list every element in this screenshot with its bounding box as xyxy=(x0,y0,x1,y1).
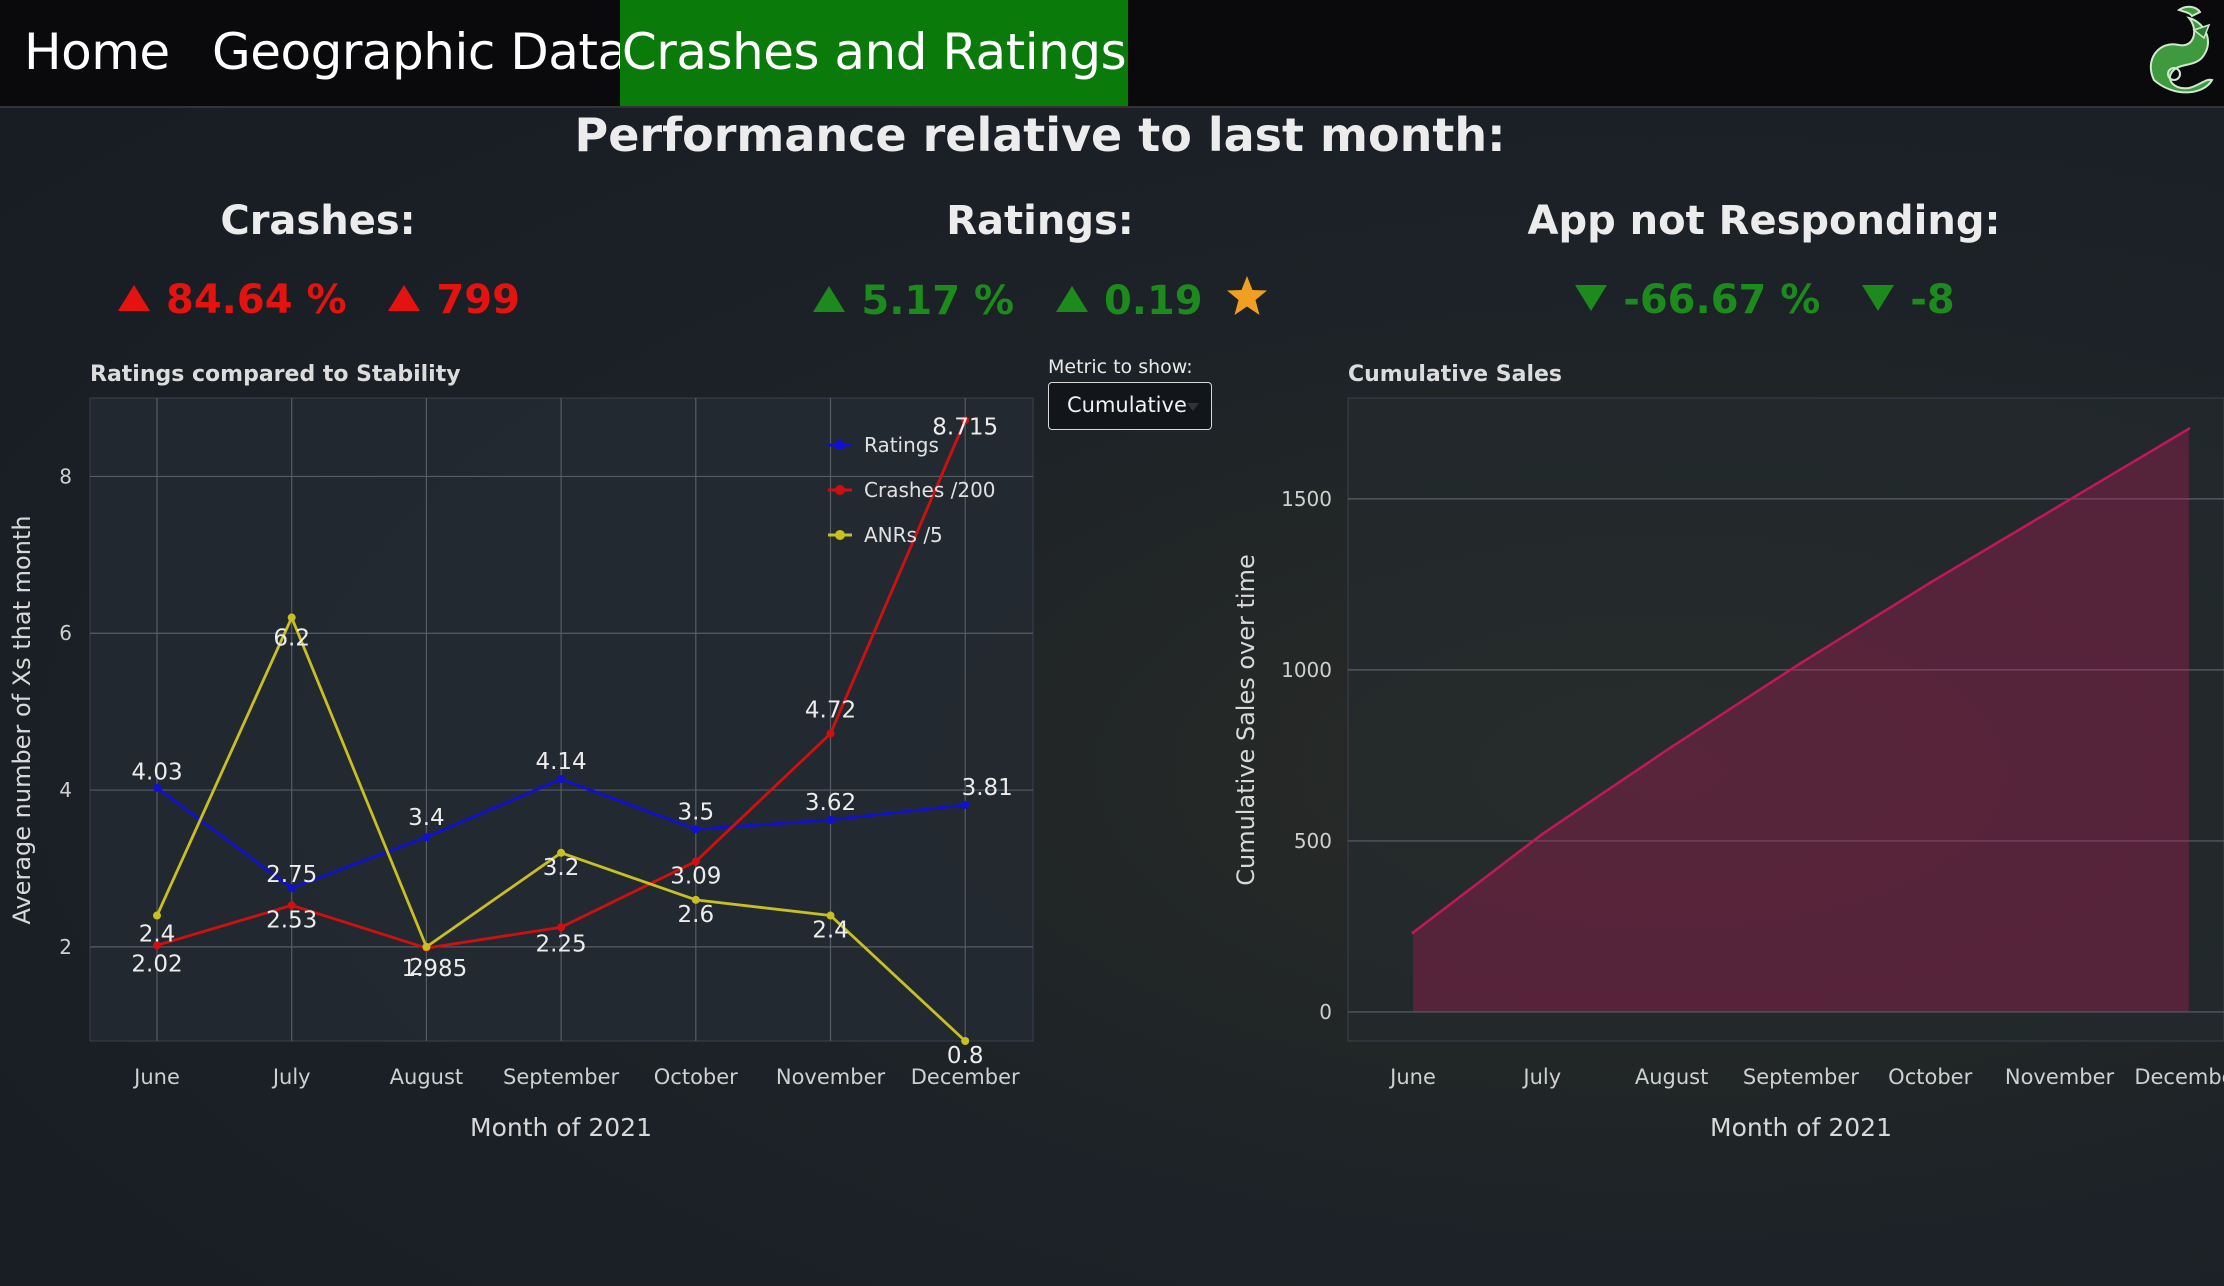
x-tick-label: September xyxy=(1743,1065,1859,1089)
y-tick-label: 8 xyxy=(59,464,72,488)
anr-metrics: -66.67 % -8 xyxy=(1514,275,2014,323)
y-axis-label: Average number of Xs that month xyxy=(8,515,36,924)
y-tick-label: 6 xyxy=(59,621,72,645)
ratings-stability-chart: 2 4 6 8 June July August September October Novemb… xyxy=(8,397,1034,1142)
data-label: 3.2 xyxy=(543,855,580,881)
triangle-down-icon xyxy=(1573,277,1609,323)
y-tick-label: 500 xyxy=(1294,829,1332,853)
data-label: 8.715 xyxy=(932,414,998,440)
x-tick-label: July xyxy=(1521,1065,1561,1089)
metric-dropdown-label: Metric to show: xyxy=(1048,356,1193,378)
ratings-abs-change: 0.19 xyxy=(1103,278,1203,324)
nav-tab-home[interactable]: Home xyxy=(0,0,194,106)
data-point xyxy=(826,729,835,738)
data-point xyxy=(422,833,431,842)
area-point xyxy=(1540,832,1544,836)
x-tick-label: October xyxy=(1888,1065,1972,1089)
chevron-down-icon xyxy=(1187,403,1199,411)
data-label: 2.75 xyxy=(266,862,317,888)
x-axis-label: Month of 2021 xyxy=(470,1113,652,1142)
crashes-abs-change: 799 xyxy=(436,277,520,323)
x-tick-label: June xyxy=(132,1065,180,1089)
data-point xyxy=(153,911,161,920)
triangle-up-icon xyxy=(811,278,847,324)
anr-pct-change: -66.67 % xyxy=(1623,277,1821,323)
data-point xyxy=(287,613,296,622)
y-tick-label: 1500 xyxy=(1281,487,1332,511)
x-tick-label: November xyxy=(776,1065,886,1089)
data-label: 2.25 xyxy=(535,931,586,957)
data-point xyxy=(961,800,970,809)
data-label: 2.6 xyxy=(678,902,715,928)
data-label: 0.8 xyxy=(947,1043,984,1069)
x-tick-label: June xyxy=(1388,1065,1436,1089)
data-label: 2.4 xyxy=(139,922,176,948)
ratings-pct-change: 5.17 % xyxy=(861,278,1015,324)
nav-tab-geographic-data[interactable]: Geographic Data xyxy=(186,0,654,106)
triangle-up-icon xyxy=(386,277,422,323)
data-label: 3.81 xyxy=(962,775,1013,801)
data-label: 3.09 xyxy=(670,863,721,889)
performance-title: Performance relative to last month: xyxy=(574,108,1506,162)
star-icon xyxy=(1225,275,1269,327)
crashes-pct-change: 84.64 % xyxy=(166,277,347,323)
data-point xyxy=(557,775,566,784)
x-tick-label: October xyxy=(654,1065,738,1089)
y-tick-label: 1000 xyxy=(1281,658,1332,682)
crashes-metrics: 84.64 % 799 xyxy=(68,275,568,323)
area-point xyxy=(2058,504,2061,508)
y-tick-label: 4 xyxy=(59,778,72,802)
x-axis-label: Month of 2021 xyxy=(1710,1113,1892,1142)
y-tick-label: 2 xyxy=(59,935,72,959)
area-point xyxy=(1670,745,1674,749)
top-navbar: Home Geographic Data Crashes and Ratings xyxy=(0,0,2224,108)
triangle-up-icon xyxy=(116,277,152,323)
data-label: 4.72 xyxy=(805,698,856,724)
data-label: 6.2 xyxy=(273,626,310,652)
x-tick-label: August xyxy=(390,1065,464,1089)
anr-abs-change: -8 xyxy=(1910,277,1955,323)
data-label: 2.4 xyxy=(812,918,849,944)
nav-tab-crashes-and-ratings[interactable]: Crashes and Ratings xyxy=(620,0,1128,106)
data-point xyxy=(422,942,431,951)
data-label: 2.02 xyxy=(131,951,182,977)
data-label: 4.14 xyxy=(535,749,586,775)
triangle-up-icon xyxy=(1054,278,1090,324)
x-tick-label: July xyxy=(271,1065,311,1089)
crashes-label: Crashes: xyxy=(220,198,416,244)
data-label: 2.53 xyxy=(266,907,317,933)
ratings-label: Ratings: xyxy=(946,198,1134,244)
data-point xyxy=(557,923,566,932)
legend-marker xyxy=(835,440,845,450)
area-point xyxy=(1799,661,1803,665)
x-tick-label: September xyxy=(503,1065,619,1089)
legend-marker xyxy=(835,530,845,540)
area-point xyxy=(1411,931,1415,935)
metric-dropdown[interactable]: Cumulative xyxy=(1048,382,1212,430)
legend-label: ANRs /5 xyxy=(864,523,943,547)
area-point xyxy=(2187,427,2191,431)
data-label: 3.62 xyxy=(805,790,856,816)
triangle-down-icon xyxy=(1860,277,1896,323)
x-tick-label: December xyxy=(2134,1065,2224,1089)
y-axis-label: Cumulative Sales over time xyxy=(1232,554,1260,886)
metric-dropdown-value: Cumulative xyxy=(1067,393,1187,417)
data-label: 2 xyxy=(409,955,424,981)
cumulative-sales-chart: 0 500 1000 1500 June July August September Octob… xyxy=(1232,397,2224,1142)
legend-label: Ratings xyxy=(864,433,939,457)
dragon-logo-icon[interactable] xyxy=(2134,0,2224,100)
area-point xyxy=(1928,581,1932,585)
legend-label: Crashes /200 xyxy=(864,478,996,502)
x-tick-label: August xyxy=(1635,1065,1709,1089)
y-tick-label: 0 xyxy=(1319,1000,1332,1024)
data-label: 3.4 xyxy=(408,805,445,831)
x-tick-label: November xyxy=(2005,1065,2115,1089)
data-label: 4.03 xyxy=(131,760,182,786)
data-point xyxy=(691,825,700,834)
data-point xyxy=(826,815,835,824)
ratings-metrics: 5.17 % 0.19 xyxy=(790,275,1290,327)
legend-marker xyxy=(835,485,845,495)
anr-label: App not Responding: xyxy=(1527,198,2001,244)
data-label: 3.5 xyxy=(678,799,715,825)
